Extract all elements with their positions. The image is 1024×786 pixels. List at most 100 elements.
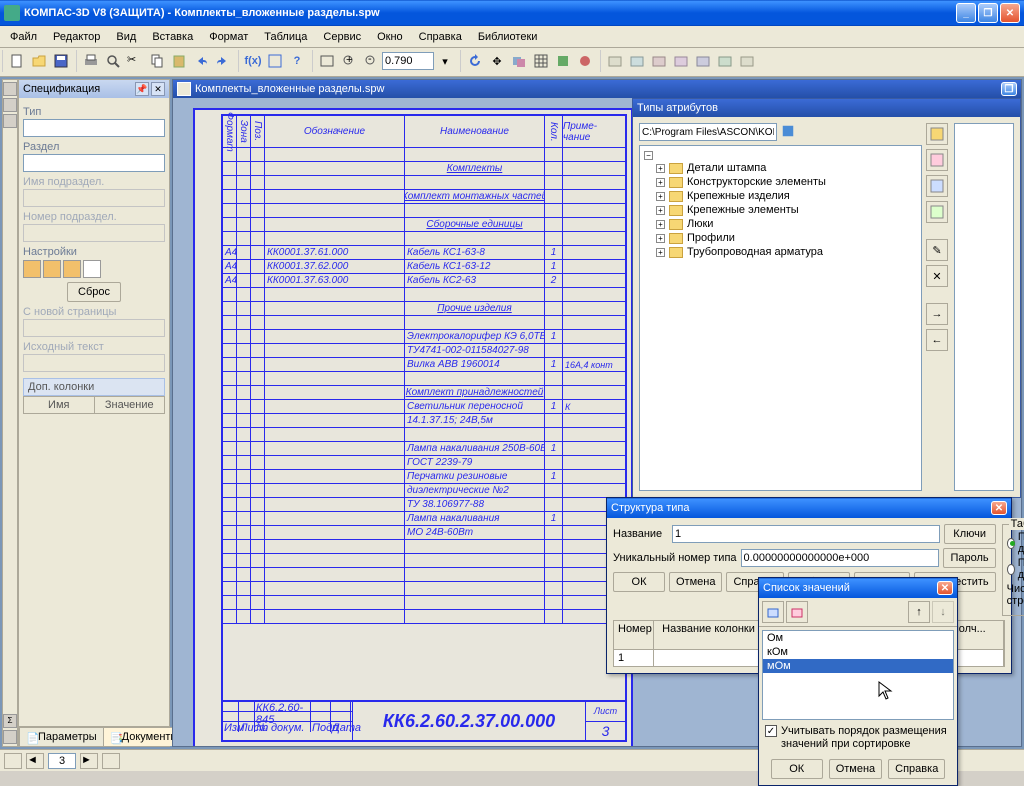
zoom-in-icon[interactable]: + [338,50,360,72]
side-btn-4[interactable] [3,730,17,744]
tree-expand-icon[interactable]: + [656,178,665,187]
lib-f-icon[interactable] [714,50,736,72]
refresh-icon[interactable] [464,50,486,72]
side-btn-1[interactable] [3,82,17,96]
radio-variable[interactable] [1007,564,1015,575]
col-value-header[interactable]: Значение [95,397,165,413]
menu-insert[interactable]: Вставка [144,29,201,45]
password-button[interactable]: Пароль [943,548,995,568]
attr-action-4-icon[interactable] [926,201,948,223]
pin-icon[interactable]: 📌 [135,82,149,96]
swatch-3[interactable] [63,260,81,278]
menu-service[interactable]: Сервис [315,29,369,45]
menu-window[interactable]: Окно [369,29,411,45]
values-del-icon[interactable] [786,601,808,623]
menu-editor[interactable]: Редактор [45,29,108,45]
menu-table[interactable]: Таблица [256,29,315,45]
sort-checkbox[interactable]: ✓ [765,725,777,737]
paste-icon[interactable] [168,50,190,72]
tree-expand-icon[interactable]: + [656,164,665,173]
attribute-tree[interactable]: − +Детали штампа +Конструкторские элемен… [639,145,922,491]
lib-a-icon[interactable] [604,50,626,72]
move-up-icon[interactable]: ↑ [908,601,930,623]
attr-action-5-icon[interactable]: ✎ [926,239,948,261]
menu-libs[interactable]: Библиотеки [470,29,546,45]
panel-close-icon[interactable]: ✕ [151,82,165,96]
uid-input[interactable] [741,549,940,567]
zoom-out-icon[interactable]: - [360,50,382,72]
zoom-fit-icon[interactable] [316,50,338,72]
doc-max-icon[interactable]: ❐ [1001,82,1017,96]
new-icon[interactable] [6,50,28,72]
lib-b-icon[interactable] [626,50,648,72]
maximize-button[interactable]: ❐ [978,3,998,23]
tab-parameters[interactable]: 📄Параметры [19,727,104,746]
copy-icon[interactable] [146,50,168,72]
lib-e-icon[interactable] [692,50,714,72]
side-btn-3[interactable] [3,114,17,128]
attr-action-1-icon[interactable] [926,123,948,145]
menu-view[interactable]: Вид [108,29,144,45]
zoom-input[interactable] [382,52,434,70]
help-icon[interactable]: ? [286,50,308,72]
values-cancel-button[interactable]: Отмена [829,759,882,779]
ok-button[interactable]: ОК [613,572,665,592]
grid-icon[interactable] [530,50,552,72]
attr-action-8-icon[interactable]: ← [926,329,948,351]
print-icon[interactable] [80,50,102,72]
radio-fixed[interactable] [1007,538,1015,549]
tool-a-icon[interactable] [552,50,574,72]
fx-icon[interactable]: f(x) [242,50,264,72]
section-input[interactable] [23,154,165,172]
swatch-1[interactable] [23,260,41,278]
list-item[interactable]: кОм [763,645,953,659]
status-prev-icon[interactable]: ◄ [26,753,44,769]
lib-d-icon[interactable] [670,50,692,72]
layers-icon[interactable] [508,50,530,72]
dropdown-icon[interactable]: ▾ [434,50,456,72]
tree-expand-icon[interactable]: + [656,220,665,229]
status-next-icon[interactable]: ► [80,753,98,769]
save-icon[interactable] [50,50,72,72]
swatch-4[interactable] [83,260,101,278]
menu-help[interactable]: Справка [411,29,470,45]
values-help-button[interactable]: Справка [888,759,945,779]
name-input[interactable] [672,525,940,543]
keys-button[interactable]: Ключи [944,524,996,544]
tree-expand-icon[interactable]: + [656,248,665,257]
side-btn-sigma[interactable]: Σ [3,714,17,728]
attr-action-2-icon[interactable] [926,149,948,171]
close-button[interactable]: ✕ [1000,3,1020,23]
lib-c-icon[interactable] [648,50,670,72]
menu-format[interactable]: Формат [201,29,256,45]
values-add-icon[interactable] [762,601,784,623]
menu-file[interactable]: Файл [2,29,45,45]
col-name-header[interactable]: Имя [24,397,95,413]
side-btn-2[interactable] [3,98,17,112]
type-input[interactable] [23,119,165,137]
tree-expand-icon[interactable]: + [656,206,665,215]
vars-icon[interactable] [264,50,286,72]
path-browse-icon[interactable] [781,124,803,144]
reset-button[interactable]: Сброс [67,282,121,302]
attr-path-input[interactable] [639,123,777,141]
tool-b-icon[interactable] [574,50,596,72]
tree-expand-icon[interactable]: + [656,234,665,243]
cut-icon[interactable]: ✂ [124,50,146,72]
list-item[interactable]: Ом [763,631,953,645]
preview-icon[interactable] [102,50,124,72]
status-btn-4[interactable] [102,753,120,769]
tree-expand-icon[interactable]: + [656,192,665,201]
attr-action-3-icon[interactable] [926,175,948,197]
swatch-2[interactable] [43,260,61,278]
values-ok-button[interactable]: ОК [771,759,823,779]
move-down-icon[interactable]: ↓ [932,601,954,623]
page-input[interactable] [48,753,76,769]
values-listbox[interactable]: Ом кОм мОм [762,630,954,720]
attr-action-6-icon[interactable]: ✕ [926,265,948,287]
pan-icon[interactable]: ✥ [486,50,508,72]
list-item[interactable]: мОм [763,659,953,673]
redo-icon[interactable] [212,50,234,72]
minimize-button[interactable]: _ [956,3,976,23]
open-icon[interactable] [28,50,50,72]
